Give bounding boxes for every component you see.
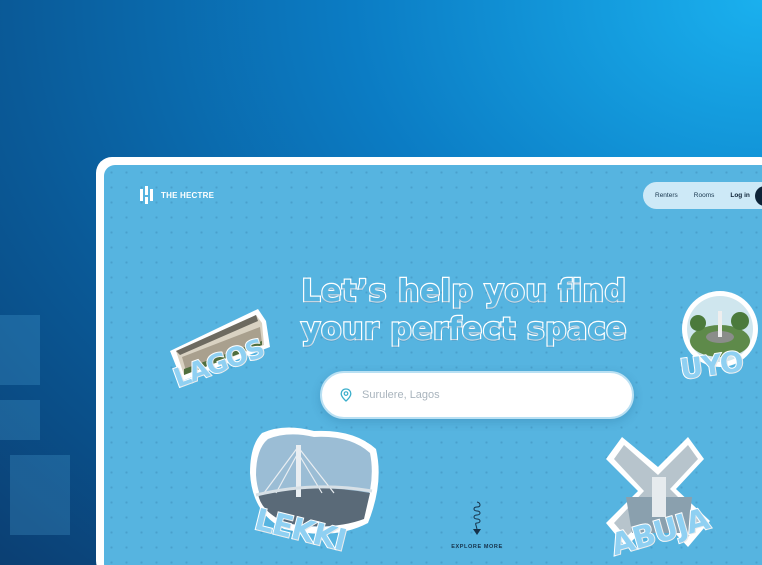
- hero-section: THE HECTRE Renters Rooms Log in Let’s he…: [104, 165, 762, 565]
- headline-line-1: Let’s help you find: [300, 273, 627, 310]
- sticker-abuja[interactable]: ABUJA: [592, 431, 732, 565]
- location-search-input[interactable]: Surulere, Lagos: [320, 371, 634, 419]
- brand-logo[interactable]: THE HECTRE: [140, 186, 214, 204]
- search-placeholder: Surulere, Lagos: [362, 389, 440, 401]
- hectre-logo-icon: [140, 186, 153, 204]
- background-logo-mark: [0, 315, 70, 535]
- spiral-arrow-icon: [473, 501, 481, 535]
- sticker-uyo[interactable]: UYO: [674, 291, 762, 391]
- explore-more-label: EXPLORE MORE: [451, 544, 503, 550]
- map-pin-icon: [340, 388, 352, 402]
- hero-headline: Let’s help you find your perfect space: [274, 273, 654, 349]
- headline-line-2: your perfect space: [300, 311, 628, 348]
- brand-name: THE HECTRE: [161, 190, 215, 200]
- nav-renters-link[interactable]: Renters: [655, 192, 678, 199]
- nav-rooms-link[interactable]: Rooms: [694, 192, 715, 199]
- nav-pill: Renters Rooms Log in: [643, 182, 762, 209]
- sticker-lagos[interactable]: LAGOS: [162, 303, 282, 403]
- explore-more-button[interactable]: EXPLORE MORE: [444, 500, 510, 550]
- sticker-lekki[interactable]: LEKKI: [244, 423, 386, 563]
- login-link[interactable]: Log in: [730, 192, 750, 199]
